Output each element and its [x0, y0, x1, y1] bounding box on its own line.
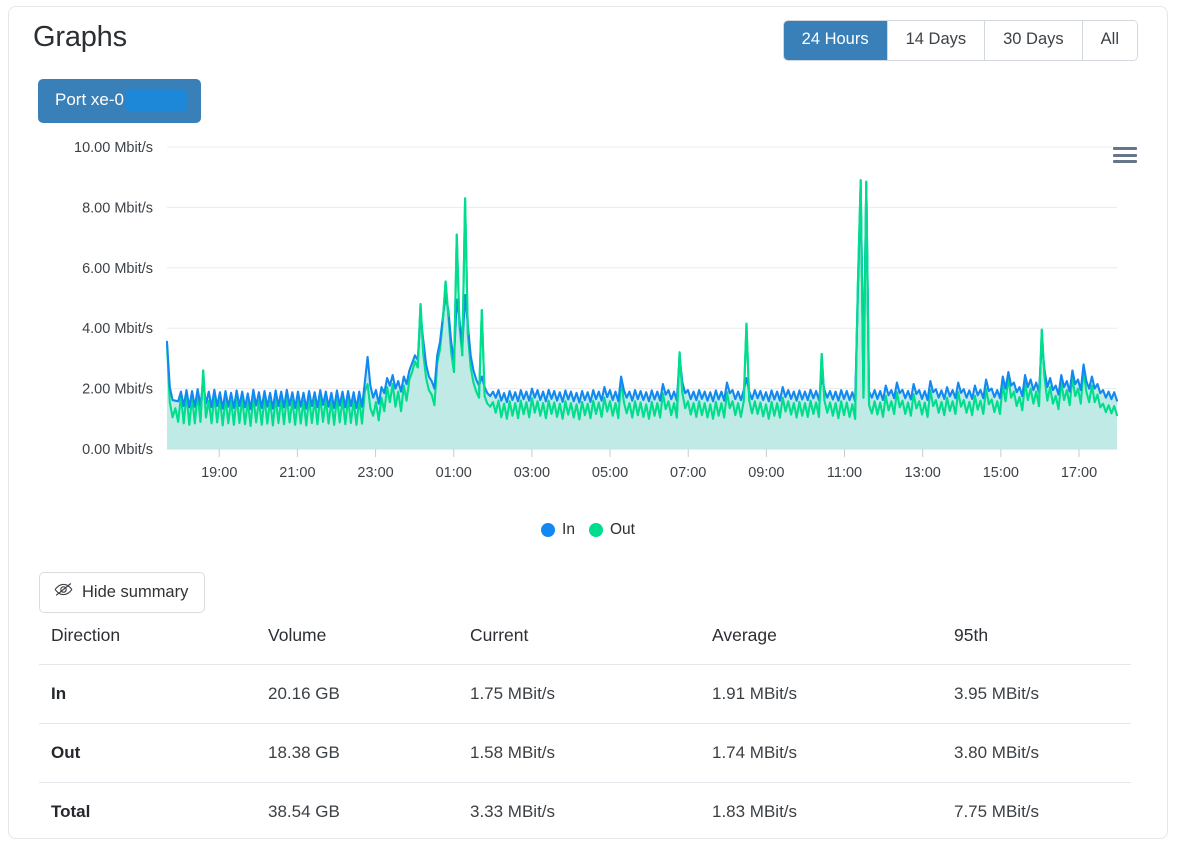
x-axis-tick-label: 09:00 [748, 465, 784, 481]
series-in-line [165, 182, 1119, 411]
x-axis-tick-label: 05:00 [592, 465, 628, 481]
hamburger-menu-icon[interactable] [1113, 145, 1137, 165]
hide-summary-label: Hide summary [82, 582, 189, 601]
cell-current: 1.58 MBit/s [458, 723, 700, 783]
y-axis-tick-label: 8.00 Mbit/s [82, 200, 153, 216]
port-tab-label: Port xe-0 [55, 90, 124, 110]
cell-average: 1.74 MBit/s [700, 723, 942, 783]
summary-table: Direction Volume Current Average 95th In… [39, 619, 1131, 841]
x-axis-tick-label: 21:00 [279, 465, 315, 481]
column-header-95th: 95th [942, 619, 1131, 665]
table-row: In 20.16 GB 1.75 MBit/s 1.91 MBit/s 3.95… [39, 664, 1131, 724]
redacted-port-name [124, 89, 187, 112]
hide-summary-button[interactable]: Hide summary [39, 572, 206, 613]
table-header-row: Direction Volume Current Average 95th [39, 619, 1131, 665]
legend-label-in: In [562, 521, 575, 538]
cell-current: 1.75 MBit/s [458, 664, 700, 724]
cell-95th: 7.75 MBit/s [954, 802, 1040, 821]
port-tab-xe-0[interactable]: Port xe-0 [38, 79, 201, 123]
cell-average: 1.83 MBit/s [712, 802, 798, 821]
range-button-24-hours[interactable]: 24 Hours [783, 21, 887, 60]
cell-current: 3.33 MBit/s [470, 802, 556, 821]
cell-direction: Total [51, 802, 91, 821]
x-axis-tick-label: 07:00 [670, 465, 706, 481]
x-axis-tick-label: 13:00 [905, 465, 941, 481]
x-axis-tick-label: 23:00 [357, 465, 393, 481]
chart-canvas: 0.00 Mbit/s 2.00 Mbit/s 4.00 Mbit/s 6.00 Mb… [74, 140, 1119, 481]
x-axis-tick-label: 01:00 [436, 465, 472, 481]
eye-slash-icon [54, 582, 73, 602]
range-button-all[interactable]: All [1081, 21, 1137, 60]
port-tab-list: Port xe-0 [38, 79, 201, 123]
x-axis-tick-label: 15:00 [983, 465, 1019, 481]
table-row: Total 38.54 GB 3.33 MBit/s 1.83 MBit/s 7… [39, 783, 1131, 842]
legend-dot-in [541, 523, 556, 537]
column-header-volume: Volume [256, 619, 458, 665]
column-header-average: Average [700, 619, 942, 665]
traffic-chart: 0.00 Mbit/s 2.00 Mbit/s 4.00 Mbit/s 6.00 Mb… [9, 129, 1167, 554]
x-axis-tick-label: 11:00 [827, 465, 862, 481]
cell-95th: 3.95 MBit/s [942, 664, 1131, 724]
range-button-14-days[interactable]: 14 Days [886, 21, 985, 60]
x-axis-tick-label: 03:00 [514, 465, 550, 481]
y-axis-tick-label: 10.00 Mbit/s [74, 140, 153, 156]
column-header-current: Current [458, 619, 700, 665]
y-axis-tick-label: 2.00 Mbit/s [82, 382, 153, 398]
card-header: Graphs 24 Hours 14 Days 30 Days All [9, 7, 1167, 85]
cell-volume: 18.38 GB [256, 723, 458, 783]
x-axis-tick-label: 19:00 [201, 465, 237, 481]
cell-average: 1.91 MBit/s [700, 664, 942, 724]
cell-95th: 3.80 MBit/s [942, 723, 1131, 783]
table-row: Out 18.38 GB 1.58 MBit/s 1.74 MBit/s 3.8… [39, 723, 1131, 783]
legend-item-out[interactable]: Out [588, 521, 635, 539]
graphs-card: Graphs 24 Hours 14 Days 30 Days All Port… [8, 6, 1168, 839]
legend-label-out: Out [609, 521, 635, 538]
y-axis-tick-label: 6.00 Mbit/s [82, 261, 153, 277]
cell-direction: Out [39, 723, 256, 783]
cell-volume: 20.16 GB [256, 664, 458, 724]
cell-volume: 38.54 GB [268, 802, 340, 821]
legend-item-in[interactable]: In [541, 521, 575, 539]
column-header-direction: Direction [39, 619, 256, 665]
page-title: Graphs [33, 21, 127, 53]
legend-dot-out [588, 523, 603, 537]
time-range-selector[interactable]: 24 Hours 14 Days 30 Days All [782, 20, 1138, 61]
x-axis-tick-label: 17:00 [1061, 465, 1097, 481]
y-axis-tick-label: 0.00 Mbit/s [82, 442, 153, 458]
range-button-30-days[interactable]: 30 Days [984, 21, 1082, 60]
y-axis-tick-label: 4.00 Mbit/s [82, 321, 153, 337]
chart-legend: In Out [9, 521, 1167, 539]
cell-direction: In [39, 664, 256, 724]
